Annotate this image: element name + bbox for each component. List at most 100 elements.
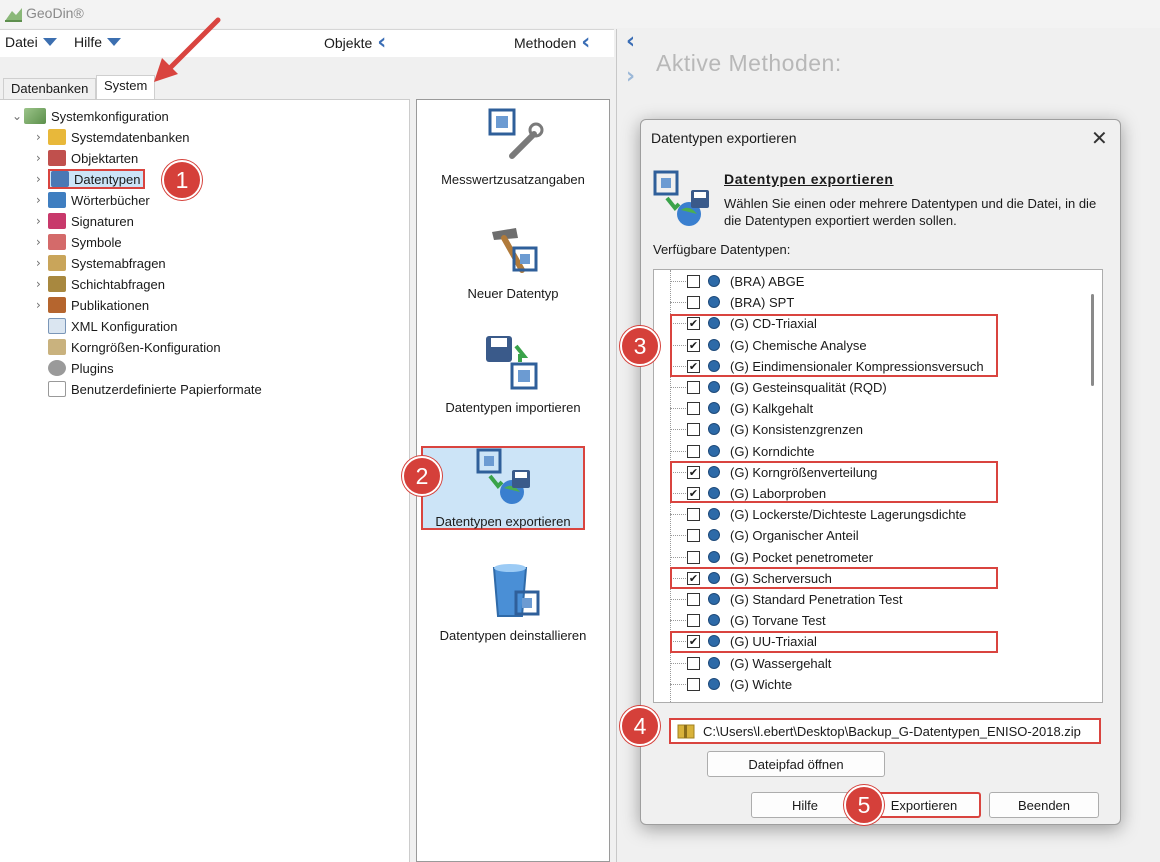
tree-item-signaturen[interactable]: › Signaturen	[36, 211, 134, 231]
datatype-label: (G) Wassergehalt	[730, 655, 832, 671]
help-button[interactable]: Hilfe	[751, 792, 859, 818]
method-label: Datentypen exportieren	[435, 514, 571, 529]
tree-label: Plugins	[71, 360, 114, 376]
gear-icon	[48, 360, 66, 376]
datatype-row[interactable]: (G) Wichte	[654, 674, 1084, 695]
datatype-checkbox[interactable]	[687, 275, 700, 288]
tree-item-schichtabfragen[interactable]: › Schichtabfragen	[36, 274, 165, 294]
datatype-row[interactable]: (G) Gesteinsqualität (RQD)	[654, 377, 1084, 398]
method-neuer-datentyp[interactable]: Neuer Datentyp	[417, 218, 609, 301]
tree-item-korngroessen[interactable]: Korngrößen-Konfiguration	[48, 337, 221, 357]
methoden-label: Methoden	[514, 35, 577, 51]
datatype-icon	[708, 593, 720, 605]
datatype-row[interactable]: (G) Kalkgehalt	[654, 398, 1084, 419]
chevron-right-icon[interactable]: ›	[36, 298, 48, 312]
datatype-row[interactable]: (G) Pocket penetrometer	[654, 547, 1084, 568]
objekte-label: Objekte	[324, 35, 373, 51]
expand-right-icon[interactable]: ›	[626, 66, 635, 88]
tree-item-woerterbuecher[interactable]: › Wörterbücher	[36, 190, 150, 210]
tree-item-datentypen[interactable]: › Datentypen	[36, 169, 145, 189]
datatype-checkbox[interactable]	[687, 614, 700, 628]
datatype-checkbox[interactable]	[687, 508, 700, 522]
datatype-checkbox[interactable]	[687, 656, 700, 670]
datatype-checkbox[interactable]	[687, 402, 700, 416]
tree-item-papierformate[interactable]: Benutzerdefinierte Papierformate	[48, 379, 262, 399]
chevron-right-icon[interactable]: ›	[36, 172, 48, 186]
datatype-icon	[708, 656, 720, 669]
chevron-down-icon[interactable]: ⌄	[12, 109, 24, 123]
collapse-left-icon[interactable]: ‹	[626, 31, 635, 53]
book-icon	[48, 192, 66, 208]
file-path-field[interactable]: C:\Users\l.ebert\Desktop\Backup_G-Datent…	[669, 718, 1101, 744]
tree-label: Symbole	[71, 234, 122, 250]
tree-item-xml-konfiguration[interactable]: XML Konfiguration	[48, 316, 177, 336]
method-datentypen-importieren[interactable]: Datentypen importieren	[417, 332, 609, 415]
method-label: Datentypen deinstallieren	[439, 628, 587, 643]
datatype-row[interactable]: (G) Organischer Anteil	[654, 525, 1084, 546]
method-datentypen-deinstallieren[interactable]: Datentypen deinstallieren	[417, 560, 609, 643]
methoden-header[interactable]: Methoden ‹	[514, 32, 590, 54]
datatype-row[interactable]: (G) Konsistenzgrenzen	[654, 419, 1084, 440]
method-label: Neuer Datentyp	[467, 286, 559, 301]
tree-item-systemabfragen[interactable]: › Systemabfragen	[36, 253, 166, 273]
datatype-icon	[708, 381, 720, 393]
collapse-left-icon[interactable]: ‹	[581, 32, 590, 54]
datentypen-selection[interactable]: Datentypen	[48, 169, 145, 189]
datatype-icon	[708, 402, 720, 415]
tree-label: Publikationen	[71, 297, 150, 313]
datatype-checkbox[interactable]	[687, 423, 700, 437]
chevron-right-icon[interactable]: ›	[36, 151, 48, 165]
tree-item-symbole[interactable]: › Symbole	[36, 232, 122, 252]
datatype-label: (G) Konsistenzgrenzen	[730, 422, 863, 438]
scrollbar-thumb[interactable]	[1091, 294, 1094, 386]
method-messwertzusatzangaben[interactable]: Messwertzusatzangaben	[417, 104, 609, 187]
datatype-label: (G) Standard Penetration Test	[730, 592, 903, 607]
objekte-header[interactable]: Objekte ‹	[324, 32, 386, 54]
close-icon[interactable]: ✕	[1091, 126, 1108, 150]
method-datentypen-exportieren[interactable]: Datentypen exportieren	[421, 446, 585, 530]
datatype-list[interactable]: (BRA) ABGE (BRA) SPT ✔ (G) CD-Triaxial ✔ (G) …	[653, 269, 1103, 703]
layer-query-icon	[48, 276, 66, 292]
highlight-box	[670, 567, 998, 589]
button-label: Hilfe	[791, 797, 818, 813]
chevron-right-icon[interactable]: ›	[36, 256, 48, 270]
datatype-checkbox[interactable]	[687, 550, 700, 564]
tree-label: Schichtabfragen	[71, 276, 165, 292]
badge-label: 2	[415, 462, 429, 489]
tree-item-systemdatenbanken[interactable]: › Systemdatenbanken	[36, 127, 190, 147]
tree-item-plugins[interactable]: Plugins	[48, 358, 114, 378]
datatype-row[interactable]: (G) Torvane Test	[654, 610, 1084, 631]
datatype-checkbox[interactable]	[687, 593, 700, 606]
tree-label: Benutzerdefinierte Papierformate	[71, 381, 262, 397]
datatype-label: (G) Gesteinsqualität (RQD)	[730, 380, 887, 395]
tree-item-publikationen[interactable]: › Publikationen	[36, 295, 149, 315]
datatype-row[interactable]: (BRA) ABGE	[654, 271, 1084, 292]
datatype-row[interactable]: (G) Korndichte	[654, 441, 1084, 462]
chevron-right-icon[interactable]: ›	[36, 277, 48, 291]
menu-datei[interactable]: Datei	[5, 34, 57, 50]
annotation-arrow-icon	[154, 17, 221, 82]
datatype-checkbox[interactable]	[687, 296, 700, 310]
chevron-right-icon[interactable]: ›	[36, 235, 48, 249]
datatype-checkbox[interactable]	[687, 381, 700, 394]
tree-root[interactable]: ⌄ Systemkonfiguration	[12, 106, 169, 126]
datatype-checkbox[interactable]	[687, 529, 700, 543]
tree-item-objektarten[interactable]: › Objektarten	[36, 148, 138, 168]
menu-hilfe[interactable]: Hilfe	[74, 34, 122, 50]
tab-datenbanken[interactable]: Datenbanken	[3, 78, 97, 99]
button-label: Dateipfad öffnen	[748, 756, 844, 772]
file-path-value: C:\Users\l.ebert\Desktop\Backup_G-Datent…	[703, 723, 1081, 739]
datatype-row[interactable]: (BRA) SPT	[654, 292, 1084, 313]
chevron-right-icon[interactable]: ›	[36, 130, 48, 144]
datatype-row[interactable]: (G) Standard Penetration Test	[654, 589, 1084, 610]
export-button[interactable]: Exportieren	[867, 792, 981, 818]
datatype-checkbox[interactable]	[687, 444, 700, 458]
open-path-button[interactable]: Dateipfad öffnen	[707, 751, 885, 777]
close-button[interactable]: Beenden	[989, 792, 1099, 818]
datatype-checkbox[interactable]	[687, 677, 700, 691]
collapse-left-icon[interactable]: ‹	[377, 32, 386, 54]
datatype-row[interactable]: (G) Lockerste/Dichteste Lagerungsdichte	[654, 504, 1084, 525]
datatype-row[interactable]: (G) Wassergehalt	[654, 653, 1084, 674]
chevron-right-icon[interactable]: ›	[36, 214, 48, 228]
chevron-right-icon[interactable]: ›	[36, 193, 48, 207]
